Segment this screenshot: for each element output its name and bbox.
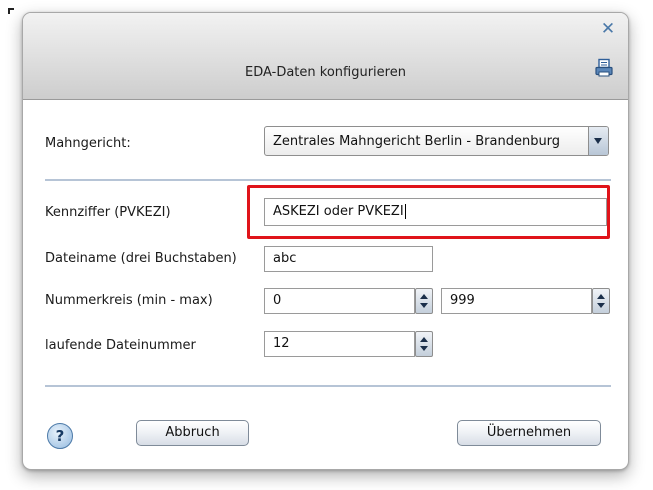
spinner-arrows-icon[interactable] xyxy=(415,331,433,357)
dateinummer-spinner[interactable]: 12 xyxy=(264,331,433,357)
dateinummer-label: laufende Dateinummer xyxy=(45,338,196,353)
kennziffer-label: Kennziffer (PVKEZI) xyxy=(45,205,171,220)
chevron-down-icon[interactable] xyxy=(588,127,608,155)
dialog-title: EDA-Daten konfigurieren xyxy=(245,65,406,80)
nummerkreis-min-value[interactable]: 0 xyxy=(264,288,415,314)
mahngericht-label: Mahngericht: xyxy=(45,136,131,151)
spinner-up-icon[interactable] xyxy=(597,294,605,299)
nummerkreis-label: Nummerkreis (min - max) xyxy=(45,293,213,308)
nummerkreis-max-spinner[interactable]: 999 xyxy=(441,288,610,314)
printer-icon[interactable] xyxy=(594,58,614,78)
dateinummer-value[interactable]: 12 xyxy=(264,331,415,357)
spinner-arrows-icon[interactable] xyxy=(592,288,610,314)
spinner-down-icon[interactable] xyxy=(420,303,428,308)
corner-mark xyxy=(8,8,14,14)
spinner-down-icon[interactable] xyxy=(420,346,428,351)
nummerkreis-min-spinner[interactable]: 0 xyxy=(264,288,433,314)
cancel-button[interactable]: Abbruch xyxy=(136,420,249,446)
kennziffer-input-value: ASKEZI oder PVKEZI xyxy=(273,204,404,219)
dateiname-input[interactable]: abc xyxy=(264,246,433,272)
text-cursor xyxy=(404,204,406,219)
separator-bottom xyxy=(45,385,611,387)
dateiname-label: Dateiname (drei Buchstaben) xyxy=(45,251,237,266)
apply-button[interactable]: Übernehmen xyxy=(457,420,601,446)
spinner-down-icon[interactable] xyxy=(597,303,605,308)
mahngericht-select[interactable]: Zentrales Mahngericht Berlin - Brandenbu… xyxy=(264,126,609,156)
eda-config-dialog: ✕ EDA-Daten konfigurieren Mahngericht: Z… xyxy=(22,12,629,470)
spinner-up-icon[interactable] xyxy=(420,337,428,342)
dialog-titlebar: ✕ EDA-Daten konfigurieren xyxy=(23,13,628,100)
kennziffer-input[interactable]: ASKEZI oder PVKEZI xyxy=(264,198,607,226)
help-icon[interactable]: ? xyxy=(47,423,73,449)
nummerkreis-max-value[interactable]: 999 xyxy=(441,288,592,314)
spinner-up-icon[interactable] xyxy=(420,294,428,299)
mahngericht-select-value: Zentrales Mahngericht Berlin - Brandenbu… xyxy=(273,134,561,149)
separator-top xyxy=(45,179,611,181)
spinner-arrows-icon[interactable] xyxy=(415,288,433,314)
close-icon[interactable]: ✕ xyxy=(600,21,616,38)
